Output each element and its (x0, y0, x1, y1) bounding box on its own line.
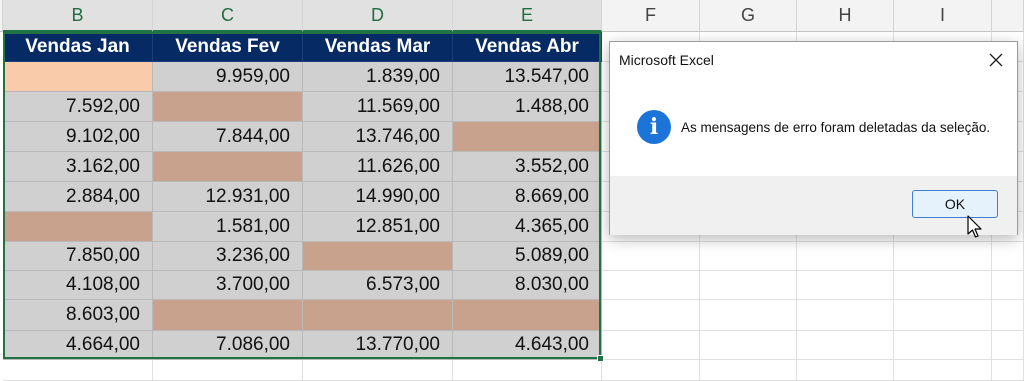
column-header-h[interactable]: H (797, 0, 894, 32)
table-cell[interactable]: 3.552,00 (453, 152, 602, 182)
empty-cell[interactable] (3, 62, 153, 92)
column-header-g[interactable]: G (700, 0, 797, 32)
table-cell[interactable]: 3.700,00 (153, 271, 303, 300)
empty-cell[interactable] (303, 242, 453, 271)
empty-cell[interactable] (3, 212, 153, 242)
ok-button[interactable]: OK (912, 190, 998, 218)
grid-cell[interactable] (894, 331, 992, 360)
table-cell[interactable]: 1.488,00 (453, 92, 602, 122)
dialog-footer: OK (610, 176, 1017, 235)
column-header-d[interactable]: D (303, 0, 453, 32)
grid-cell[interactable] (602, 300, 700, 331)
table-header-cell[interactable]: Vendas Fev (153, 32, 303, 62)
grid-cell[interactable] (700, 271, 797, 300)
table-cell[interactable]: 9.959,00 (153, 62, 303, 92)
grid-cell[interactable] (992, 300, 1024, 331)
column-header-e[interactable]: E (453, 0, 602, 32)
empty-cell[interactable] (453, 122, 602, 152)
close-icon[interactable] (981, 46, 1011, 74)
grid-cell[interactable] (992, 271, 1024, 300)
grid-cell[interactable] (992, 360, 1024, 381)
grid-cell[interactable] (700, 331, 797, 360)
table-cell[interactable]: 9.102,00 (3, 122, 153, 152)
table-cell[interactable]: 12.851,00 (303, 212, 453, 242)
column-header-edge (0, 0, 3, 32)
table-cell[interactable]: 1.839,00 (303, 62, 453, 92)
dialog-title: Microsoft Excel (619, 52, 714, 68)
column-header-c[interactable]: C (153, 0, 303, 32)
fill-handle[interactable] (597, 355, 604, 362)
table-cell[interactable]: 4.643,00 (453, 331, 602, 360)
table-cell[interactable]: 4.365,00 (453, 212, 602, 242)
grid-cell[interactable] (153, 360, 303, 381)
info-icon: i (637, 110, 671, 144)
column-header-f[interactable]: F (602, 0, 700, 32)
column-header-i[interactable]: I (894, 0, 992, 32)
table-cell[interactable]: 14.990,00 (303, 182, 453, 212)
grid-cell[interactable] (797, 242, 894, 271)
grid-cell[interactable] (700, 360, 797, 381)
grid-cell[interactable] (303, 360, 453, 381)
dialog-body: i As mensagens de erro foram deletadas d… (610, 80, 1017, 176)
grid-cell[interactable] (602, 331, 700, 360)
grid-cell[interactable] (992, 331, 1024, 360)
table-cell[interactable]: 7.850,00 (3, 242, 153, 271)
column-header-j[interactable] (992, 0, 1024, 32)
table-cell[interactable]: 13.746,00 (303, 122, 453, 152)
grid-cell[interactable] (453, 360, 602, 381)
table-cell[interactable]: 11.626,00 (303, 152, 453, 182)
grid-cell[interactable] (3, 360, 153, 381)
grid-cell[interactable] (797, 331, 894, 360)
grid-cell[interactable] (894, 271, 992, 300)
table-cell[interactable]: 4.664,00 (3, 331, 153, 360)
dialog-message: As mensagens de erro foram deletadas da … (681, 120, 991, 135)
table-cell[interactable]: 13.547,00 (453, 62, 602, 92)
empty-cell[interactable] (153, 92, 303, 122)
empty-cell[interactable] (153, 300, 303, 331)
grid-cell[interactable] (797, 271, 894, 300)
grid-cell[interactable] (894, 242, 992, 271)
grid-cell[interactable] (602, 242, 700, 271)
empty-cell[interactable] (453, 300, 602, 331)
grid-cell[interactable] (602, 360, 700, 381)
grid-cell[interactable] (700, 300, 797, 331)
table-cell[interactable]: 8.030,00 (453, 271, 602, 300)
table-cell[interactable]: 8.603,00 (3, 300, 153, 331)
grid-cell[interactable] (797, 360, 894, 381)
table-cell[interactable]: 3.236,00 (153, 242, 303, 271)
table-cell[interactable]: 7.844,00 (153, 122, 303, 152)
table-cell[interactable]: 7.086,00 (153, 331, 303, 360)
table-cell[interactable]: 12.931,00 (153, 182, 303, 212)
grid-cell[interactable] (700, 242, 797, 271)
grid-cell[interactable] (894, 360, 992, 381)
column-header-b[interactable]: B (3, 0, 153, 32)
table-header-cell[interactable]: Vendas Abr (453, 32, 602, 62)
message-dialog: Microsoft Excel i As mensagens de erro f… (609, 41, 1018, 235)
grid-cell[interactable] (992, 242, 1024, 271)
table-cell[interactable]: 1.581,00 (153, 212, 303, 242)
empty-cell[interactable] (303, 300, 453, 331)
table-cell[interactable]: 4.108,00 (3, 271, 153, 300)
table-cell[interactable]: 11.569,00 (303, 92, 453, 122)
empty-cell[interactable] (153, 152, 303, 182)
table-cell[interactable]: 7.592,00 (3, 92, 153, 122)
table-cell[interactable]: 13.770,00 (303, 331, 453, 360)
table-cell[interactable]: 6.573,00 (303, 271, 453, 300)
grid-cell[interactable] (797, 300, 894, 331)
table-cell[interactable]: 2.884,00 (3, 182, 153, 212)
mouse-pointer-icon (967, 215, 982, 238)
table-cell[interactable]: 3.162,00 (3, 152, 153, 182)
table-cell[interactable]: 5.089,00 (453, 242, 602, 271)
table-cell[interactable]: 8.669,00 (453, 182, 602, 212)
grid-cell[interactable] (894, 300, 992, 331)
grid-cell[interactable] (602, 271, 700, 300)
table-header-cell[interactable]: Vendas Jan (3, 32, 153, 62)
table-header-cell[interactable]: Vendas Mar (303, 32, 453, 62)
